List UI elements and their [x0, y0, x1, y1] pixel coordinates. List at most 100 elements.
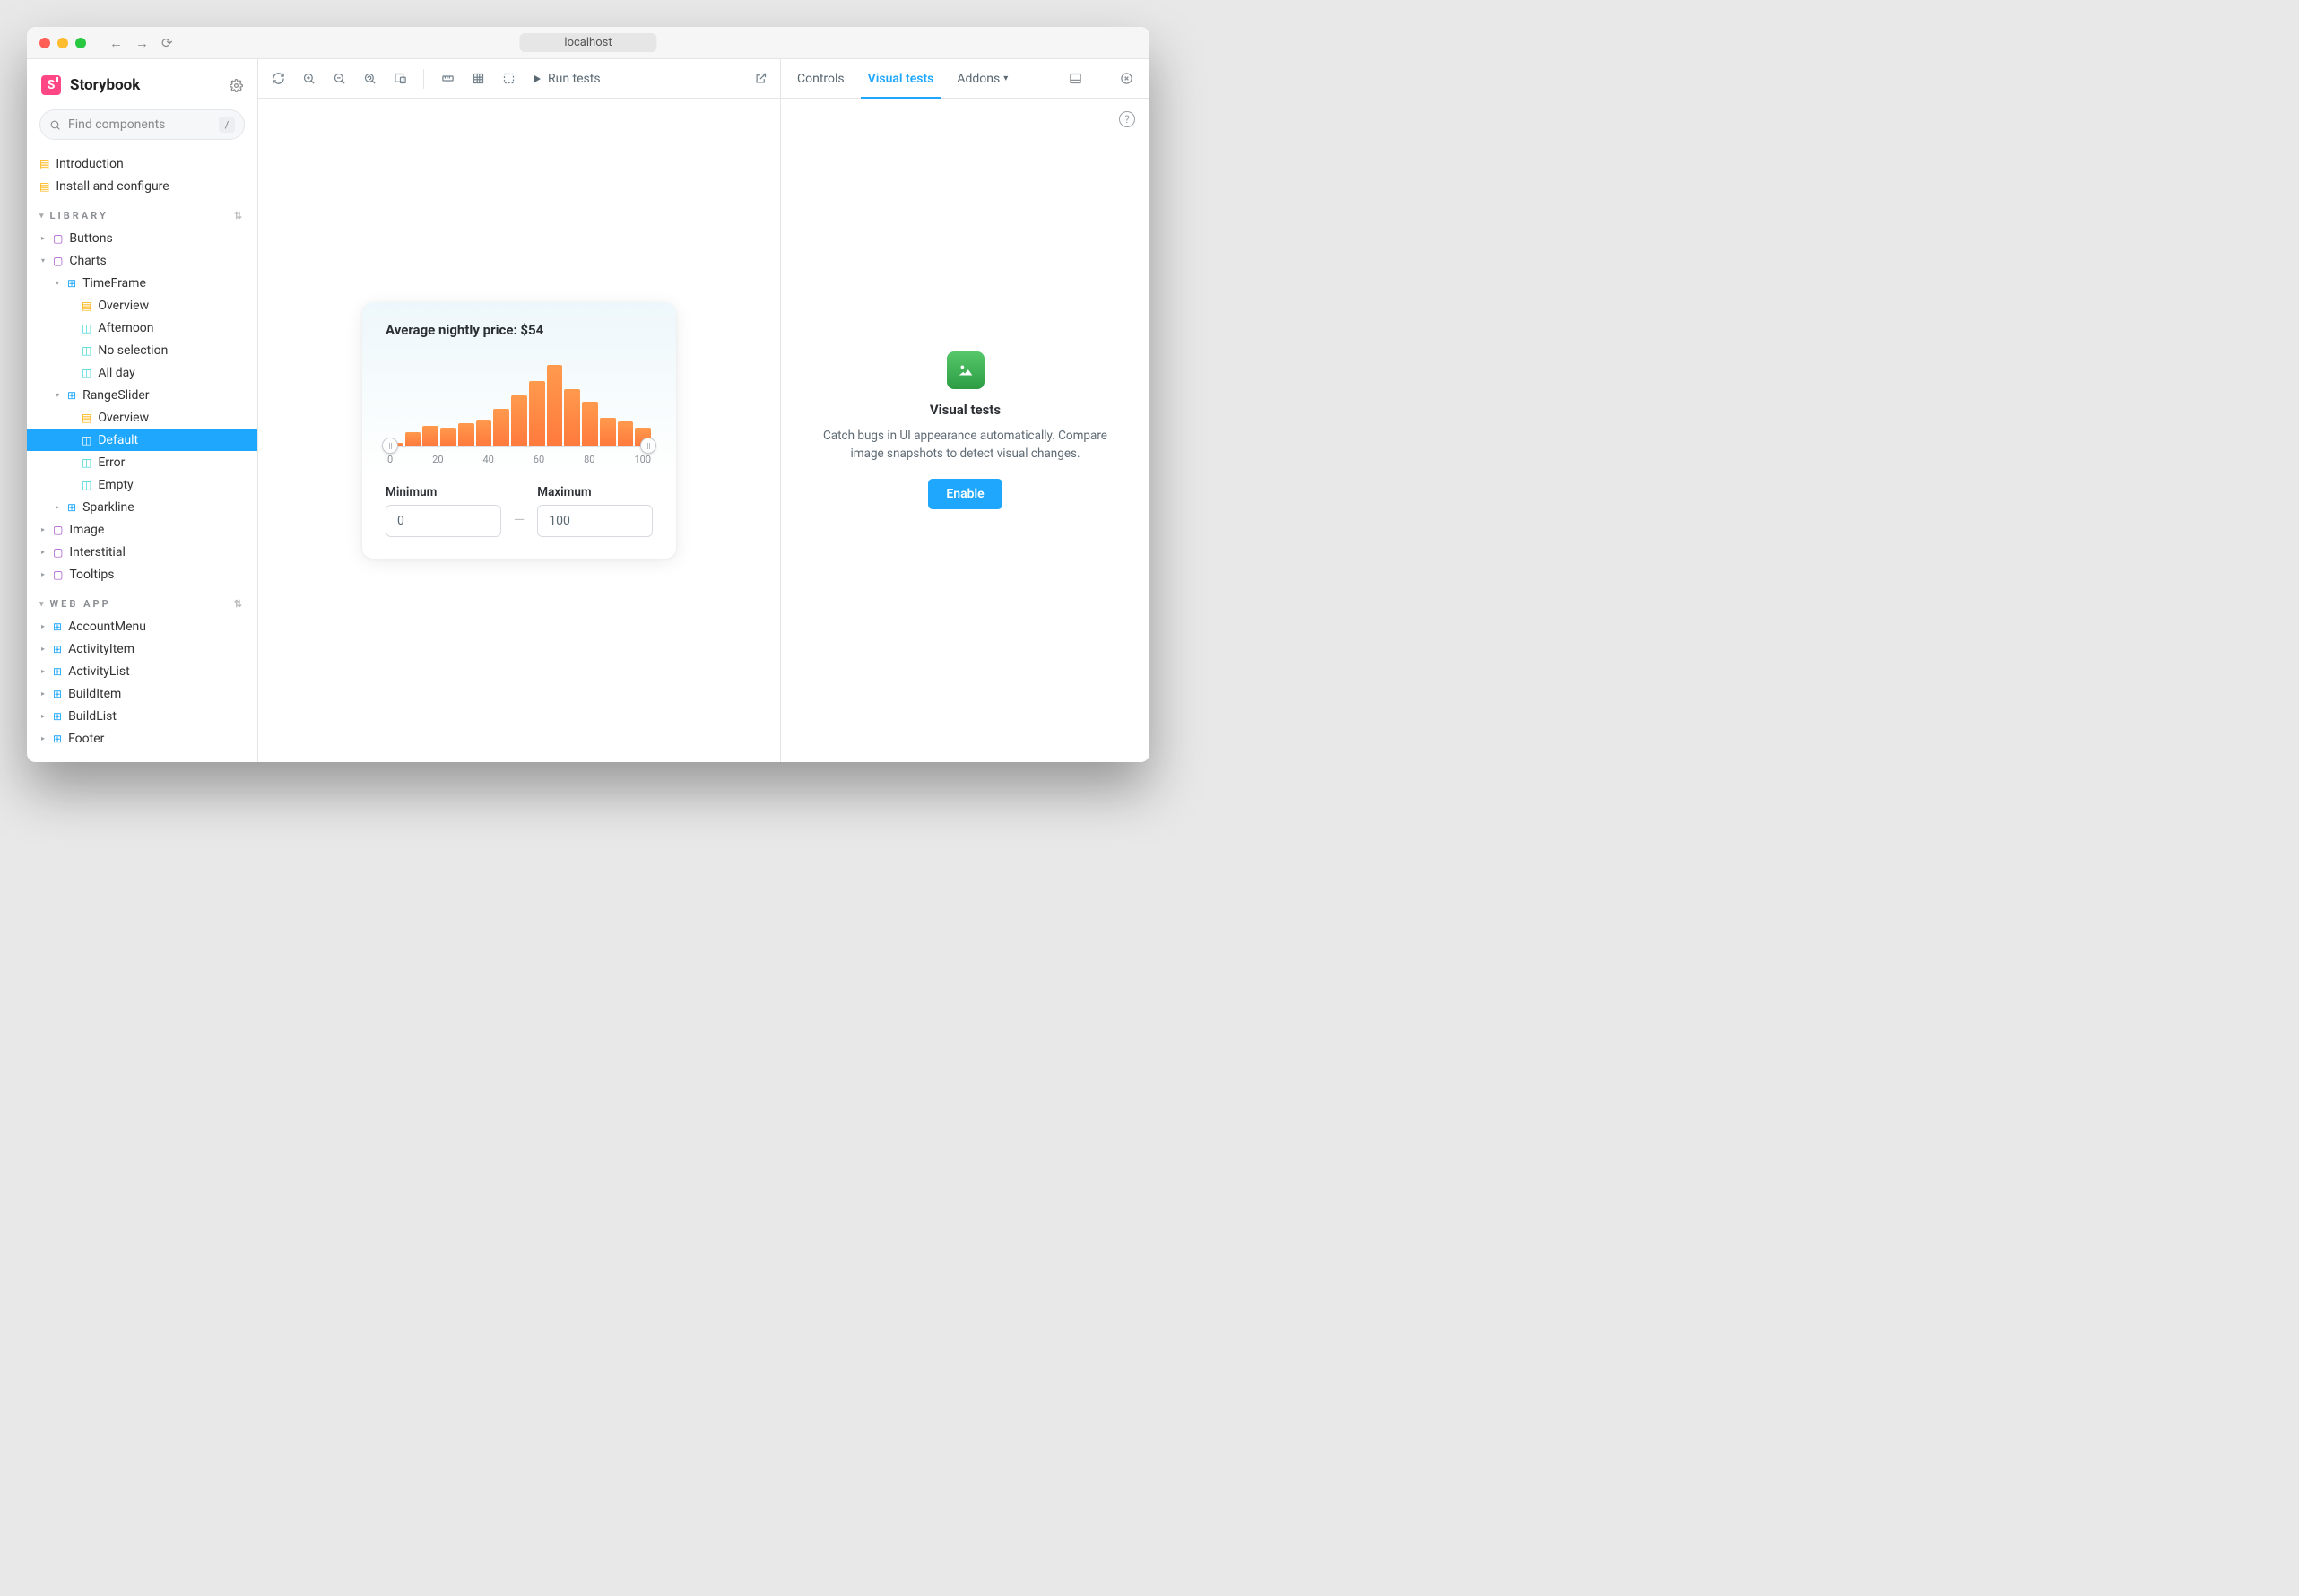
min-label: Minimum: [386, 485, 501, 499]
sidebar-item-error[interactable]: ◫Error: [27, 451, 257, 473]
sidebar-item-all-day[interactable]: ◫All day: [27, 361, 257, 384]
zoom-in-button[interactable]: [301, 72, 316, 86]
caret-icon: ▸: [39, 667, 47, 675]
range-slider-card: Average nightly price: $54 020406080100 …: [362, 302, 676, 559]
sidebar-item-label: ActivityList: [68, 664, 130, 679]
help-button[interactable]: ?: [1119, 111, 1135, 127]
sidebar-item-timeframe[interactable]: ▾⊞TimeFrame: [27, 272, 257, 294]
chevron-down-icon: ▾: [39, 600, 47, 609]
enable-button[interactable]: Enable: [928, 479, 1002, 509]
sidebar-item-label: Introduction: [56, 157, 123, 171]
sidebar-item-label: BuildItem: [68, 687, 121, 701]
caret-icon: ▾: [54, 279, 61, 287]
sidebar-item-empty[interactable]: ◫Empty: [27, 473, 257, 496]
sidebar-item-label: ActivityItem: [68, 642, 134, 656]
reload-button[interactable]: ⟳: [161, 35, 173, 51]
slider-min-handle[interactable]: [382, 438, 398, 454]
tab-visual-tests[interactable]: Visual tests: [868, 59, 934, 98]
histogram-bar: [440, 428, 456, 446]
sidebar-item-accountmenu[interactable]: ▸⊞AccountMenu: [27, 615, 257, 638]
grid-button[interactable]: [471, 72, 485, 86]
histogram-bar: [405, 432, 421, 446]
tab-addons[interactable]: Addons ▾: [957, 59, 1008, 98]
run-tests-label: Run tests: [548, 72, 601, 86]
sidebar-section-header[interactable]: ▾LIBRARY⇅: [27, 197, 257, 227]
sidebar-item-label: Image: [69, 523, 104, 537]
sidebar-item-buildlist[interactable]: ▸⊞BuildList: [27, 705, 257, 727]
sort-icon[interactable]: ⇅: [234, 210, 245, 221]
sidebar-item-label: TimeFrame: [82, 276, 146, 291]
sidebar-doc-item[interactable]: ▤Introduction: [27, 152, 257, 175]
max-input[interactable]: [537, 505, 653, 537]
close-panel-button[interactable]: [1120, 72, 1133, 85]
brand-title: Storybook: [70, 76, 140, 94]
caret-icon: ▸: [39, 712, 47, 720]
sidebar-item-image[interactable]: ▸▢Image: [27, 518, 257, 541]
sidebar-doc-item[interactable]: ▤Install and configure: [27, 175, 257, 197]
viewport-button[interactable]: [393, 72, 407, 86]
visual-tests-description: Catch bugs in UI appearance automaticall…: [813, 427, 1117, 464]
histogram-bar: [564, 389, 580, 446]
sidebar-item-label: Overview: [98, 299, 149, 313]
histogram-bar: [582, 402, 598, 446]
outline-button[interactable]: [501, 72, 516, 86]
sidebar-item-label: RangeSlider: [82, 388, 149, 403]
chevron-down-icon: ▾: [39, 212, 47, 221]
tick-label: 40: [482, 454, 493, 465]
back-button[interactable]: ←: [109, 35, 123, 51]
sort-icon[interactable]: ⇅: [234, 598, 245, 610]
tab-controls[interactable]: Controls: [797, 59, 845, 98]
caret-icon: ▸: [54, 503, 61, 511]
caret-icon: ▸: [39, 525, 47, 533]
sidebar-item-charts[interactable]: ▾▢Charts: [27, 249, 257, 272]
measure-button[interactable]: [440, 72, 455, 86]
sidebar-item-label: Install and configure: [56, 179, 169, 194]
tick-label: 20: [432, 454, 443, 465]
sidebar-item-default[interactable]: ◫Default: [27, 429, 257, 451]
caret-icon: ▸: [39, 734, 47, 742]
sidebar-item-afternoon[interactable]: ◫Afternoon: [27, 317, 257, 339]
address-bar[interactable]: localhost: [519, 33, 656, 52]
close-window-button[interactable]: [39, 38, 50, 48]
sidebar-item-rangeslider[interactable]: ▾⊞RangeSlider: [27, 384, 257, 406]
remount-button[interactable]: [271, 72, 285, 86]
sidebar-section-header[interactable]: ▾WEB APP⇅: [27, 585, 257, 615]
addon-panel: Controls Visual tests Addons ▾ ? Visual …: [780, 59, 1150, 762]
main-panel: Run tests Average nightly price: $54 020…: [258, 59, 780, 762]
caret-icon: ▾: [54, 391, 61, 399]
search-input[interactable]: Find components /: [39, 109, 245, 140]
forward-button[interactable]: →: [135, 35, 149, 51]
visual-tests-title: Visual tests: [813, 402, 1117, 418]
caret-icon: ▸: [39, 645, 47, 653]
sidebar-item-label: Buttons: [69, 231, 112, 246]
sidebar-item-footer[interactable]: ▸⊞Footer: [27, 727, 257, 750]
zoom-out-button[interactable]: [332, 72, 346, 86]
play-icon: [532, 74, 542, 84]
min-input[interactable]: [386, 505, 501, 537]
open-isolated-button[interactable]: [753, 72, 768, 86]
maximize-window-button[interactable]: [75, 38, 86, 48]
sidebar-item-tooltips[interactable]: ▸▢Tooltips: [27, 563, 257, 585]
sidebar-item-overview[interactable]: ▤Overview: [27, 406, 257, 429]
zoom-reset-button[interactable]: [362, 72, 377, 86]
sidebar-item-activityitem[interactable]: ▸⊞ActivityItem: [27, 638, 257, 660]
browser-nav: ← → ⟳: [109, 35, 173, 51]
sidebar-item-label: Charts: [69, 254, 106, 268]
sidebar-item-sparkline[interactable]: ▸⊞Sparkline: [27, 496, 257, 518]
run-tests-button[interactable]: Run tests: [532, 72, 601, 86]
panel-position-button[interactable]: [1069, 72, 1082, 85]
slider-max-handle[interactable]: [640, 438, 656, 454]
sidebar-item-builditem[interactable]: ▸⊞BuildItem: [27, 682, 257, 705]
sidebar-item-label: Default: [98, 433, 138, 447]
sidebar-item-label: Empty: [98, 478, 133, 492]
minimize-window-button[interactable]: [57, 38, 68, 48]
slider-track: [386, 446, 653, 447]
sidebar-item-no-selection[interactable]: ◫No selection: [27, 339, 257, 361]
sidebar-item-label: Footer: [68, 732, 104, 746]
visual-tests-icon: [947, 351, 985, 389]
sidebar-item-interstitial[interactable]: ▸▢Interstitial: [27, 541, 257, 563]
sidebar-item-activitylist[interactable]: ▸⊞ActivityList: [27, 660, 257, 682]
settings-button[interactable]: [230, 79, 243, 92]
sidebar-item-overview[interactable]: ▤Overview: [27, 294, 257, 317]
sidebar-item-buttons[interactable]: ▸▢Buttons: [27, 227, 257, 249]
